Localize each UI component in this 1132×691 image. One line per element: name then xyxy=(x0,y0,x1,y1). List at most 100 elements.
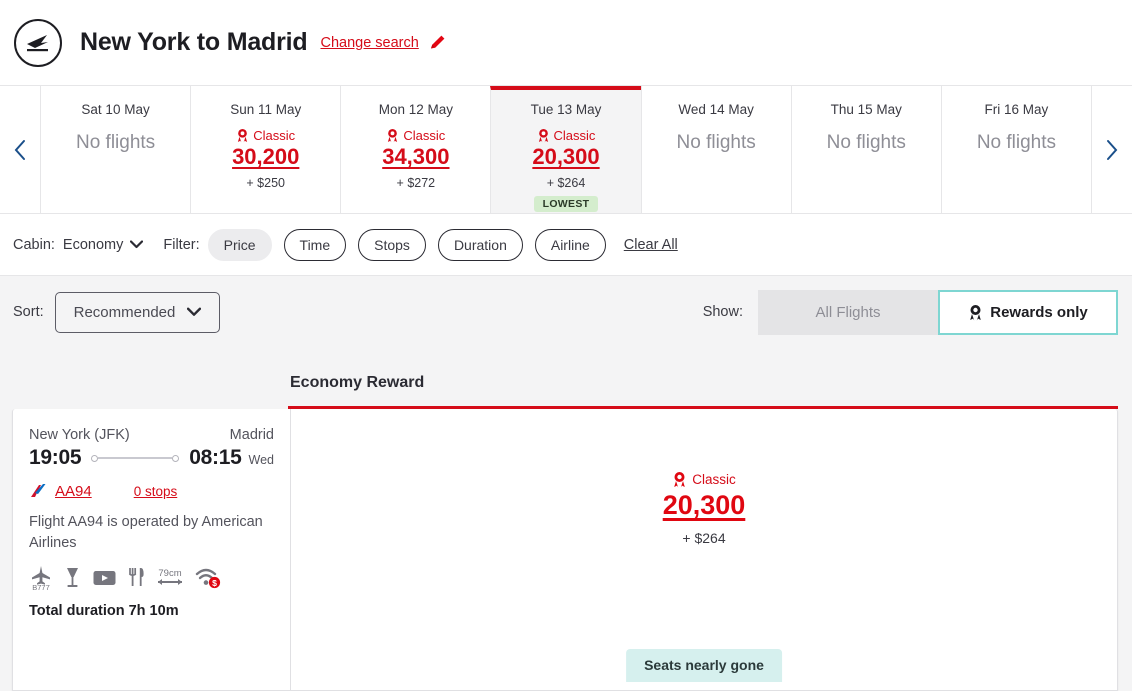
award-ribbon-icon xyxy=(388,129,398,143)
filter-pills: Price Time Stops Duration Airline xyxy=(207,228,618,261)
show-label: Show: xyxy=(702,304,743,320)
award-ribbon-icon xyxy=(538,129,548,143)
price-cash: + $264 xyxy=(682,530,726,546)
arrive-time: 08:15 xyxy=(189,446,242,469)
cabin-select[interactable]: Economy xyxy=(62,236,144,253)
stops-link[interactable]: 0 stops xyxy=(134,484,178,499)
sort-label: Sort: xyxy=(13,304,44,320)
filter-label: Filter: xyxy=(163,236,200,253)
clear-all-link[interactable]: Clear All xyxy=(624,237,678,253)
date-cells: Sat 10 May No flights Sun 11 May Classic 30,… xyxy=(40,86,1092,213)
sort-select[interactable]: Recommended xyxy=(54,291,221,333)
date-cell-label: Sat 10 May xyxy=(81,102,150,117)
total-duration: Total duration 7h 10m xyxy=(29,603,179,620)
date-cell-tier: Classic xyxy=(341,128,490,143)
date-cell-sat-10-may[interactable]: Sat 10 May No flights xyxy=(40,86,190,213)
flight-card-details: New York (JFK) Madrid 19:05 08:15 Wed AA… xyxy=(13,409,291,690)
date-cell-mon-12-may[interactable]: Mon 12 May Classic 34,300 + $272 xyxy=(340,86,490,213)
date-cell-points[interactable]: 34,300 xyxy=(341,144,490,170)
entertainment-screen-icon xyxy=(92,565,117,591)
destination-label: Madrid xyxy=(229,427,274,443)
chevron-right-icon xyxy=(1107,139,1118,160)
date-cell-label: Mon 12 May xyxy=(378,102,453,117)
date-cell-fri-16-may[interactable]: Fri 16 May No flights xyxy=(940,86,1092,213)
route-line xyxy=(81,454,189,462)
award-ribbon-icon xyxy=(674,472,686,488)
date-cell-points[interactable]: 30,200 xyxy=(191,144,340,170)
svg-text:$: $ xyxy=(212,578,217,588)
change-search-link[interactable]: Change search xyxy=(320,35,418,51)
award-ribbon-icon xyxy=(238,129,248,143)
seat-pitch-icon: 79cm xyxy=(156,565,184,591)
depart-time: 19:05 xyxy=(29,446,82,469)
cabin-value: Economy xyxy=(62,236,124,253)
date-cell-label: Tue 13 May xyxy=(530,102,602,117)
date-cell-tier-label: Classic xyxy=(403,128,446,143)
toggle-rewards-only-label: Rewards only xyxy=(990,303,1088,321)
no-flights-label: No flights xyxy=(826,132,906,153)
filter-pill-time[interactable]: Time xyxy=(283,228,347,261)
arrive-group: 08:15 Wed xyxy=(189,446,274,470)
date-cell-cash: + $272 xyxy=(396,176,436,191)
sort-show-bar: Sort: Recommended Show: All Flights Rewa… xyxy=(0,276,1132,348)
aircraft-type-icon: B777 xyxy=(29,565,53,591)
no-flights-label: No flights xyxy=(976,132,1057,153)
date-cell-tier-label: Classic xyxy=(553,128,596,143)
price-tier-label: Classic xyxy=(692,472,736,487)
pencil-icon[interactable] xyxy=(428,33,447,52)
date-cell-thu-15-may[interactable]: Thu 15 May No flights xyxy=(790,86,941,213)
price-points[interactable]: 20,300 xyxy=(291,490,1117,521)
lowest-badge: LOWEST xyxy=(533,196,599,213)
drink-icon xyxy=(64,565,81,591)
time-row: 19:05 08:15 Wed xyxy=(29,446,274,470)
meal-icon xyxy=(128,565,145,591)
prev-dates-button[interactable] xyxy=(0,86,40,213)
award-ribbon-icon xyxy=(970,304,982,320)
chevron-down-icon xyxy=(130,240,144,249)
date-cell-label: Sun 11 May xyxy=(230,102,302,117)
no-flights-label: No flights xyxy=(75,132,156,153)
filter-bar: Cabin: Economy Filter: Price Time Stops Dur… xyxy=(0,214,1132,276)
chevron-left-icon xyxy=(14,139,25,160)
filter-pill-stops[interactable]: Stops xyxy=(358,228,426,261)
show-toggle-group: All Flights Rewards only xyxy=(758,289,1118,335)
toggle-rewards-only[interactable]: Rewards only xyxy=(938,289,1118,335)
sort-value: Recommended xyxy=(73,303,176,321)
price-block: Classic 20,300 + $264 xyxy=(291,471,1117,546)
chevron-down-icon xyxy=(187,307,202,316)
result-tabs: Economy Reward xyxy=(0,348,1132,406)
price-tier: Classic xyxy=(291,471,1117,488)
filter-pill-airline[interactable]: Airline xyxy=(534,228,606,261)
date-cell-label: Wed 14 May xyxy=(678,102,754,117)
no-flights-label: No flights xyxy=(676,132,756,153)
svg-text:B777: B777 xyxy=(32,583,50,591)
toggle-all-flights-label: All Flights xyxy=(815,303,881,321)
cabin-label: Cabin: xyxy=(13,236,55,253)
date-cell-tier: Classic xyxy=(491,128,640,143)
american-airlines-logo-icon xyxy=(29,482,47,500)
toggle-all-flights[interactable]: All Flights xyxy=(758,289,938,335)
airplane-logo-icon xyxy=(14,18,62,67)
date-cell-tue-13-may[interactable]: Tue 13 May Classic 20,300 + $264 LOWEST xyxy=(490,86,641,213)
date-cell-cash: + $250 xyxy=(246,176,285,191)
svg-text:79cm: 79cm xyxy=(158,568,181,579)
filter-pill-duration[interactable]: Duration xyxy=(437,228,523,261)
route-line-segment xyxy=(98,456,173,460)
next-dates-button[interactable] xyxy=(1092,86,1132,213)
filter-pill-price[interactable]: Price xyxy=(207,228,272,261)
date-cell-wed-14-may[interactable]: Wed 14 May No flights xyxy=(640,86,791,213)
amenities-row: B777 79cm $ xyxy=(29,565,274,591)
page-title: New York to Madrid xyxy=(80,28,308,56)
date-cell-tier-label: Classic xyxy=(253,128,296,143)
route-dot-start xyxy=(91,454,99,462)
flight-number-row: AA94 0 stops xyxy=(29,482,274,500)
flight-card[interactable]: New York (JFK) Madrid 19:05 08:15 Wed AA… xyxy=(12,409,1118,691)
operated-by-text: Flight AA94 is operated by American Airl… xyxy=(29,514,263,552)
date-strip: Sat 10 May No flights Sun 11 May Classic 30,… xyxy=(0,86,1132,214)
date-cell-sun-11-may[interactable]: Sun 11 May Classic 30,200 + $250 xyxy=(190,86,340,213)
page-header: New York to Madrid Change search xyxy=(0,0,1132,86)
date-cell-points[interactable]: 20,300 xyxy=(491,144,640,170)
tab-economy-reward[interactable]: Economy Reward xyxy=(290,374,424,406)
results-area: Economy Reward New York (JFK) Madrid 19:… xyxy=(0,348,1132,691)
flight-number-link[interactable]: AA94 xyxy=(55,483,92,500)
